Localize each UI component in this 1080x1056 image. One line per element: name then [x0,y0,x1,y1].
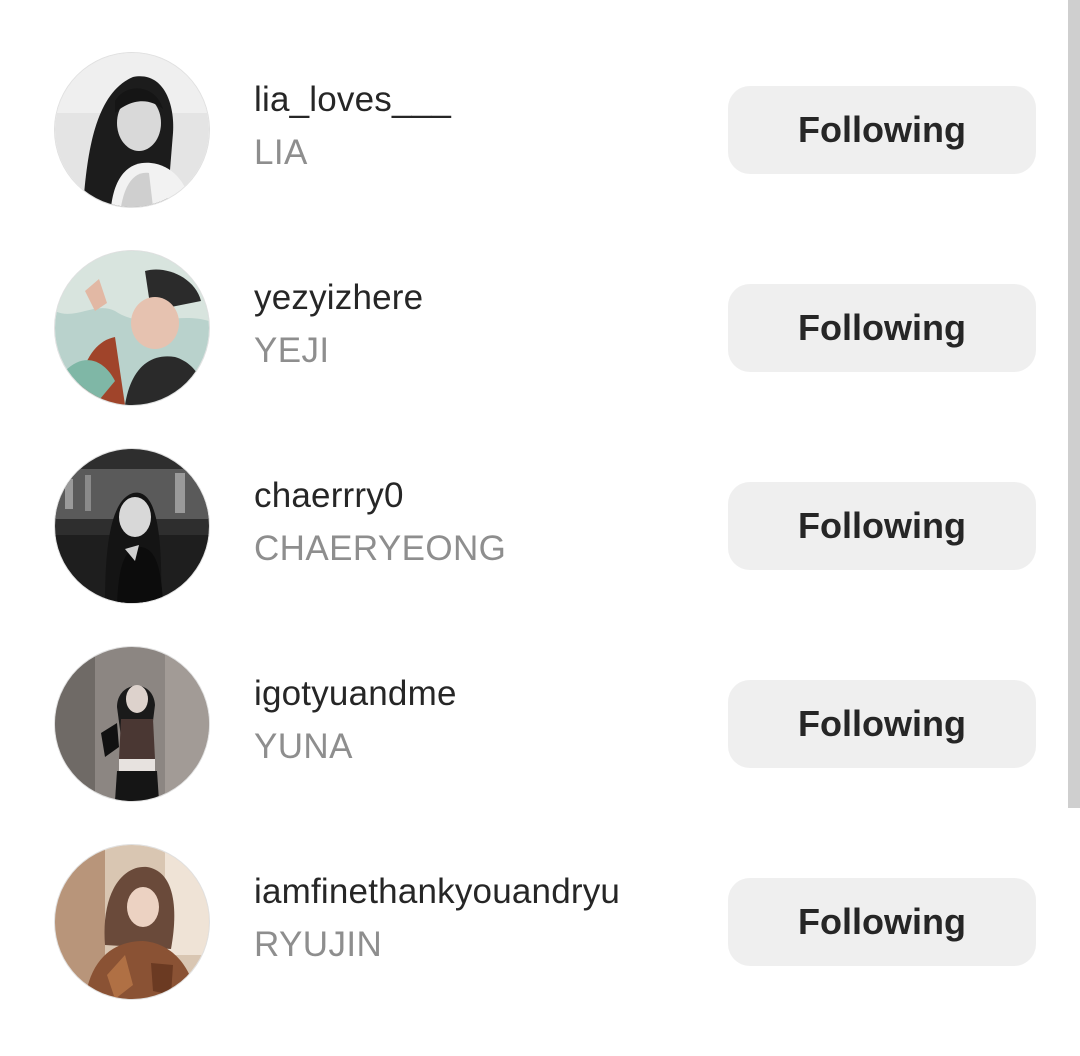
username[interactable]: chaerrry0 [254,476,404,516]
full-name: YEJI [254,331,330,370]
avatar[interactable] [55,449,209,603]
list-item[interactable]: lia_loves___ LIA Following [0,0,1068,207]
full-name: RYUJIN [254,925,383,964]
following-button[interactable]: Following [728,86,1036,174]
avatar[interactable] [55,53,209,207]
username[interactable]: lia_loves___ [254,80,451,120]
username[interactable]: yezyizhere [254,278,423,318]
profile-photo [55,647,209,801]
profile-photo [55,845,209,999]
list-item[interactable]: igotyuandme YUNA Following [0,594,1068,801]
profile-photo [55,53,209,207]
list-item[interactable]: chaerrry0 CHAERYEONG Following [0,396,1068,603]
list-item[interactable]: iamfinethankyouandryu RYUJIN Following [0,792,1068,999]
full-name: YUNA [254,727,353,766]
following-button[interactable]: Following [728,680,1036,768]
profile-photo [55,251,209,405]
following-list: lia_loves___ LIA Following yezyizhere YE… [0,0,1068,1056]
username[interactable]: iamfinethankyouandryu [254,872,620,912]
full-name: LIA [254,133,308,172]
following-button[interactable]: Following [728,482,1036,570]
list-item[interactable]: yezyizhere YEJI Following [0,198,1068,405]
avatar[interactable] [55,251,209,405]
username[interactable]: igotyuandme [254,674,457,714]
scrollbar[interactable] [1068,0,1080,808]
full-name: CHAERYEONG [254,529,507,568]
avatar[interactable] [55,647,209,801]
profile-photo [55,449,209,603]
avatar[interactable] [55,845,209,999]
following-button[interactable]: Following [728,878,1036,966]
following-button[interactable]: Following [728,284,1036,372]
